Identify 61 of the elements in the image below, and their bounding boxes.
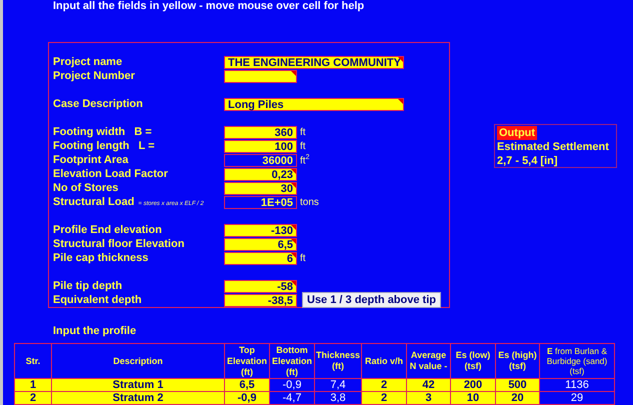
input-field[interactable]: -130 (224, 224, 297, 236)
input-field[interactable]: -58 (224, 280, 297, 292)
input-field[interactable] (224, 70, 297, 82)
field-label: Pile tip depth (53, 280, 122, 292)
field-label: Footprint Area (53, 154, 128, 166)
input-field[interactable]: 6 (224, 252, 297, 264)
field-label: Elevation Load Factor (53, 168, 168, 180)
field-label: Case Description (53, 98, 143, 110)
input-field[interactable]: 100 (224, 140, 297, 152)
table-cell: 2 (14, 392, 52, 404)
input-field[interactable]: Long Piles (224, 98, 404, 110)
column-header: Str. (14, 344, 52, 378)
output-label: Estimated Settlement (497, 140, 609, 154)
table-cell: 200 (450, 378, 496, 392)
input-field[interactable]: 0,23 (224, 168, 297, 180)
table-cell: 7,4 (314, 378, 362, 392)
table-cell: 29 (540, 392, 614, 404)
table-cell: Stratum 1 (52, 378, 224, 392)
table-cell: -0,9 (224, 392, 270, 404)
field-label: Equivalent depth (53, 294, 142, 306)
field-label: Footing width B = (53, 126, 152, 138)
table-cell: 2 (362, 378, 406, 392)
input-field[interactable]: 36000 (224, 154, 297, 166)
table-cell: 500 (496, 378, 540, 392)
output-value: 2,7 - 5,4 [in] (497, 154, 558, 168)
unit-label: ft$^{2}$ (300, 154, 310, 166)
table-cell: 20 (496, 392, 540, 404)
field-label: Profile End elevation (53, 224, 162, 236)
unit-label: ft (300, 140, 306, 152)
table-cell: 2 (362, 392, 406, 404)
input-field[interactable]: 360 (224, 126, 297, 138)
input-field[interactable]: THE ENGINEERING COMMUNITY (224, 56, 404, 68)
input-field[interactable]: 30 (224, 182, 297, 194)
table-cell: 6,5 (224, 378, 270, 392)
input-field[interactable]: 6,5 (224, 238, 297, 250)
input-field[interactable]: 1E+05 (224, 196, 297, 208)
field-label: Structural floor Elevation (53, 238, 184, 250)
output-title: Output (497, 126, 538, 140)
depth-button[interactable]: Use 1 / 3 depth above tip (302, 292, 441, 308)
table-cell: 3 (406, 392, 450, 404)
field-label: Structural Load (53, 196, 134, 208)
field-label: Footing length L = (53, 140, 155, 152)
table-cell: 1 (14, 378, 52, 392)
table-cell: 10 (450, 392, 496, 404)
field-label: No of Stores (53, 182, 118, 194)
section-title: Input the profile (53, 324, 138, 339)
field-label: Project Number (53, 70, 135, 82)
table-cell: 1136 (540, 378, 614, 392)
unit-label: ft (300, 126, 306, 138)
instruction-text: Input all the fields in yellow - move mouse over cell for help (53, 0, 366, 12)
table-cell: -4,7 (270, 392, 314, 404)
table-cell: Stratum 2 (52, 392, 224, 404)
unit-label: ft (300, 252, 306, 264)
input-field[interactable]: -38,5 (224, 294, 297, 306)
table-cell: 42 (406, 378, 450, 392)
table-cell: -0,9 (270, 378, 314, 392)
unit-label: tons (300, 196, 319, 208)
table-cell: 3,8 (314, 392, 362, 404)
field-label: Pile cap thickness (53, 252, 148, 264)
field-label: Project name (53, 56, 122, 68)
column-header: Description (52, 344, 224, 378)
